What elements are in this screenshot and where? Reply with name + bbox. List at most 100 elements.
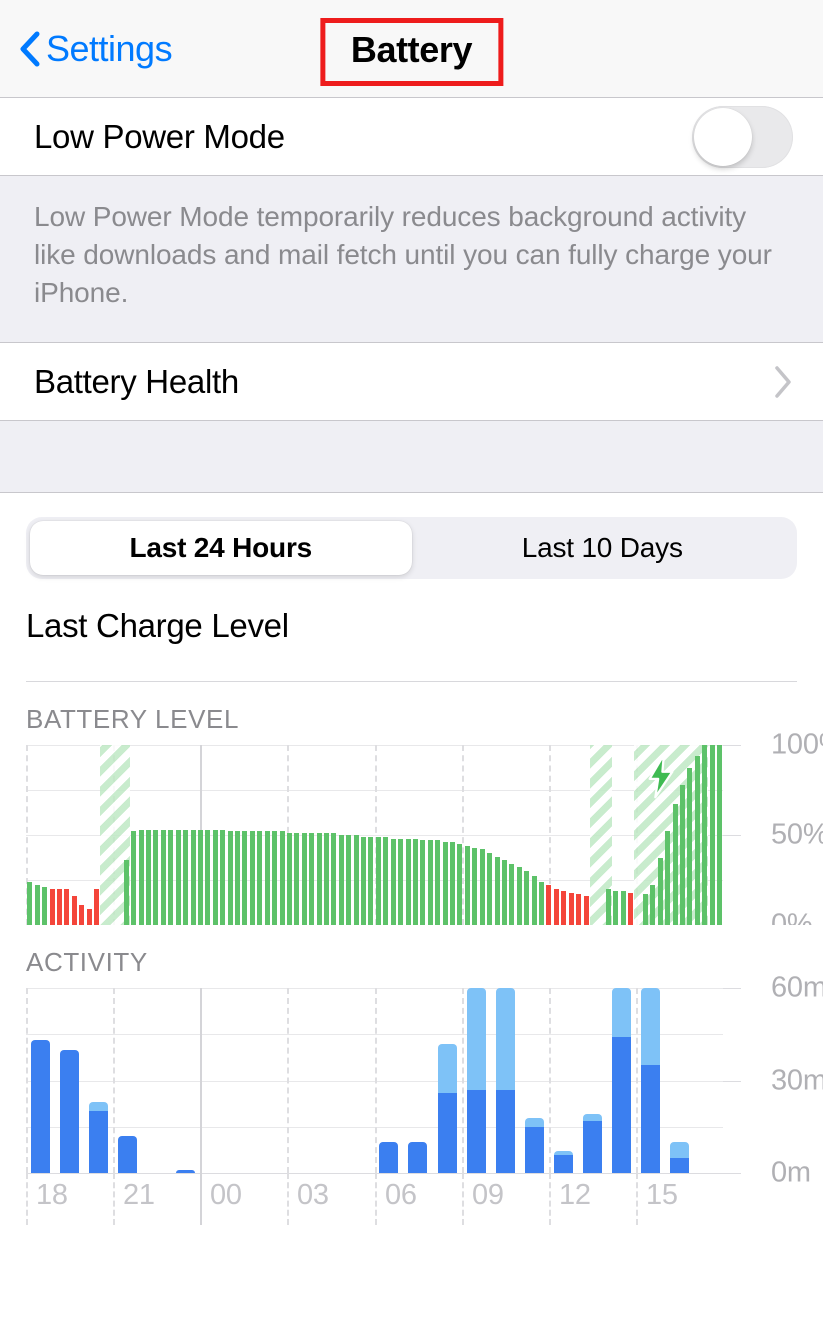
- gridline-vertical: [287, 1173, 289, 1225]
- battery-level-bar: [235, 831, 240, 925]
- battery-level-chart-block: BATTERY LEVEL 100%50%0%: [0, 682, 823, 925]
- low-power-mode-description: Low Power Mode temporarily reduces backg…: [34, 198, 793, 312]
- battery-level-bar: [472, 848, 477, 925]
- battery-level-bar: [302, 833, 307, 925]
- battery-level-bar: [272, 831, 277, 925]
- activity-bar: [118, 1136, 137, 1173]
- activity-bar-screen-off-segment: [496, 988, 515, 1090]
- gridline-vertical: [113, 1173, 115, 1225]
- battery-level-bar: [420, 840, 425, 925]
- battery-level-bar: [228, 831, 233, 925]
- battery-health-row[interactable]: Battery Health: [0, 343, 823, 421]
- gridline-vertical: [375, 1173, 377, 1225]
- y-tick: [723, 1173, 741, 1174]
- y-tick: [723, 1081, 741, 1082]
- activity-bar: [525, 1118, 544, 1174]
- activity-bar: [89, 1102, 108, 1173]
- battery-level-bar: [324, 833, 329, 925]
- battery-level-bar: [495, 857, 500, 925]
- activity-bar: [583, 1114, 602, 1173]
- battery-level-chart: 100%50%0%: [26, 745, 723, 925]
- chevron-right-icon: [773, 365, 793, 399]
- navigation-bar: Settings Battery: [0, 0, 823, 98]
- y-tick: [723, 988, 741, 989]
- battery-level-bar: [183, 830, 188, 925]
- gridline-vertical: [462, 745, 464, 925]
- battery-level-bar: [621, 891, 626, 925]
- battery-level-bar: [695, 756, 700, 925]
- battery-health-label: Battery Health: [34, 363, 773, 401]
- gridline-vertical: [113, 988, 115, 1173]
- activity-bar: [612, 988, 631, 1173]
- battery-level-bar: [213, 830, 218, 925]
- low-power-mode-row[interactable]: Low Power Mode: [0, 98, 823, 176]
- battery-level-bar: [50, 889, 55, 925]
- activity-bar-screen-on-segment: [670, 1158, 689, 1173]
- activity-bar-screen-on-segment: [554, 1155, 573, 1174]
- gridline-vertical: [200, 1173, 202, 1225]
- activity-bar-screen-on-segment: [438, 1093, 457, 1173]
- activity-chart: 60m30m0m: [26, 988, 723, 1173]
- gridline-vertical: [549, 1173, 551, 1225]
- lightning-bolt-icon: [644, 753, 678, 799]
- battery-level-bar: [35, 885, 40, 925]
- battery-level-bar: [27, 882, 32, 925]
- activity-bar-screen-on-segment: [612, 1037, 631, 1173]
- battery-level-bar: [391, 839, 396, 925]
- battery-level-bar: [346, 835, 351, 925]
- battery-level-bar: [124, 860, 129, 925]
- activity-bar-screen-on-segment: [467, 1090, 486, 1173]
- last-charge-level-title: Last Charge Level: [0, 579, 823, 645]
- back-button-label: Settings: [46, 28, 172, 70]
- y-axis-label: 50%: [771, 819, 823, 852]
- battery-level-bar: [376, 837, 381, 925]
- activity-bar: [379, 1142, 398, 1173]
- battery-level-bar: [294, 833, 299, 925]
- activity-bar: [467, 988, 486, 1173]
- activity-bar-screen-on-segment: [496, 1090, 515, 1173]
- activity-bar: [670, 1142, 689, 1173]
- tab-last-10-days[interactable]: Last 10 Days: [412, 521, 794, 575]
- battery-level-bar: [546, 885, 551, 925]
- battery-level-bar: [354, 835, 359, 925]
- activity-bar-screen-on-segment: [408, 1142, 427, 1173]
- gridline-vertical: [287, 988, 289, 1173]
- gridline-vertical: [26, 988, 28, 1173]
- x-axis-label: 09: [472, 1179, 504, 1212]
- battery-level-bar: [584, 896, 589, 925]
- y-axis-label: 60m: [771, 972, 823, 1005]
- low-power-mode-toggle[interactable]: [692, 106, 793, 168]
- battery-level-bar: [524, 871, 529, 925]
- battery-level-bar: [532, 876, 537, 925]
- battery-level-bar: [361, 837, 366, 925]
- battery-level-bar: [710, 745, 715, 925]
- x-axis-label: 15: [646, 1179, 678, 1212]
- battery-level-bar: [87, 909, 92, 925]
- activity-bar-screen-off-segment: [89, 1102, 108, 1111]
- activity-bar: [438, 1044, 457, 1174]
- battery-level-bar: [502, 860, 507, 925]
- battery-level-bar: [57, 889, 62, 925]
- battery-level-bar: [64, 889, 69, 925]
- battery-level-bar: [398, 839, 403, 925]
- battery-level-bar: [368, 837, 373, 925]
- battery-level-bar: [658, 858, 663, 925]
- battery-level-bar: [687, 768, 692, 925]
- battery-level-bar: [569, 893, 574, 925]
- battery-level-bar: [309, 833, 314, 925]
- battery-level-bar: [242, 831, 247, 925]
- battery-level-bar: [161, 830, 166, 925]
- battery-level-bar: [280, 831, 285, 925]
- tab-last-24-hours[interactable]: Last 24 Hours: [30, 521, 412, 575]
- activity-bar-screen-on-segment: [31, 1040, 50, 1173]
- gridline-vertical: [375, 988, 377, 1173]
- battery-level-bar: [79, 905, 84, 925]
- battery-level-bar: [643, 894, 648, 925]
- usage-range-segmented-control[interactable]: Last 24 Hours Last 10 Days: [26, 517, 797, 579]
- activity-bar-screen-off-segment: [525, 1118, 544, 1127]
- back-button-settings[interactable]: Settings: [18, 0, 172, 98]
- gridline-vertical: [200, 988, 202, 1173]
- low-power-mode-description-block: Low Power Mode temporarily reduces backg…: [0, 176, 823, 343]
- section-gap: [0, 421, 823, 493]
- battery-level-bar: [480, 849, 485, 925]
